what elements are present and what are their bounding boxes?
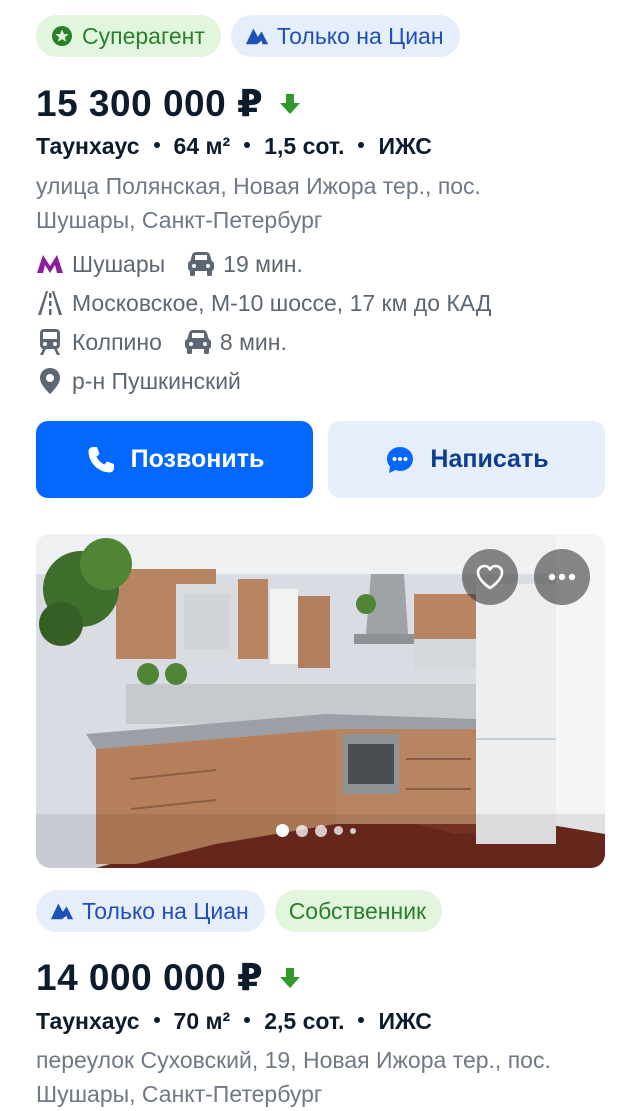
highway-row: Московское, М-10 шоссе, 17 км до КАД	[36, 289, 492, 317]
price-down-icon	[280, 93, 301, 114]
listing-address: улица Полянская, Новая Ижора тер., пос. …	[36, 169, 616, 237]
listing-price: 15 300 000 ₽	[36, 82, 301, 125]
spec-land: 2,5 сот.	[264, 1008, 345, 1034]
price-value: 14 000 000 ₽	[36, 957, 264, 998]
gallery-dot	[334, 826, 343, 835]
train-icon	[36, 328, 64, 356]
badges-row: Суперагент Только на Циан	[36, 15, 460, 57]
car-icon	[187, 250, 215, 278]
write-button[interactable]: Написать	[328, 421, 605, 498]
gallery-dot	[315, 824, 327, 837]
kitchen-photo	[36, 534, 605, 868]
district-row: р-н Пушкинский	[36, 367, 241, 395]
call-label: Позвонить	[130, 445, 265, 473]
cian-logo-icon	[245, 24, 269, 48]
badge-label: Суперагент	[82, 22, 205, 49]
only-cian-badge: Только на Циан	[36, 890, 265, 932]
metro-travel-time: 19 мин.	[223, 250, 303, 277]
gallery-dot	[350, 827, 356, 834]
listing-specs: Таунхаус 64 м² 1,5 сот. ИЖС	[36, 133, 432, 160]
badges-row: Только на Циан Собственник	[36, 890, 443, 932]
spec-area: 64 м²	[173, 133, 231, 159]
more-icon	[548, 573, 576, 581]
listing-specs: Таунхаус 70 м² 2,5 сот. ИЖС	[36, 1008, 432, 1035]
railway-travel-time: 8 мин.	[219, 328, 287, 355]
cian-logo-icon	[50, 899, 74, 923]
metro-station: Шушары	[72, 250, 166, 277]
spec-land: 1,5 сот.	[264, 133, 345, 159]
railway-station: Колпино	[72, 328, 162, 355]
car-icon	[184, 328, 212, 356]
address-line: Шушары, Санкт-Петербург	[36, 207, 323, 233]
price-value: 15 300 000 ₽	[36, 83, 264, 124]
favorite-button[interactable]	[462, 549, 518, 605]
more-options-button[interactable]	[534, 549, 590, 605]
location-pin-icon	[36, 367, 64, 395]
call-button[interactable]: Позвонить	[36, 421, 313, 498]
owner-badge: Собственник	[274, 890, 443, 932]
gallery-dot	[296, 824, 308, 837]
listing-price: 14 000 000 ₽	[36, 956, 301, 999]
address-line: Шушары, Санкт-Петербург	[36, 1081, 323, 1107]
highway-icon	[36, 289, 64, 317]
metro-row: Шушары 19 мин.	[36, 250, 303, 278]
price-down-icon	[280, 967, 301, 988]
spec-area: 70 м²	[173, 1008, 231, 1034]
badge-label: Собственник	[288, 897, 427, 924]
highway-info: Московское, М-10 шоссе, 17 км до КАД	[72, 289, 492, 316]
phone-icon	[85, 444, 117, 476]
superagent-badge: Суперагент	[36, 15, 221, 57]
listing-address: переулок Суховский, 19, Новая Ижора тер.…	[36, 1043, 616, 1111]
write-label: Написать	[430, 445, 549, 473]
spec-type: Таунхаус	[36, 133, 140, 159]
address-line: улица Полянская, Новая Ижора тер., пос.	[36, 173, 481, 199]
badge-label: Только на Циан	[82, 897, 249, 924]
spec-category: ИЖС	[378, 133, 432, 159]
badge-label: Только на Циан	[276, 22, 444, 49]
address-line: переулок Суховский, 19, Новая Ижора тер.…	[36, 1047, 551, 1073]
heart-icon	[476, 564, 504, 590]
gallery-pagination	[276, 824, 356, 837]
gallery-dot-active	[276, 824, 289, 837]
spec-category: ИЖС	[378, 1008, 432, 1034]
spec-type: Таунхаус	[36, 1008, 140, 1034]
listing-photo[interactable]	[36, 534, 605, 868]
district-name: р-н Пушкинский	[72, 367, 241, 394]
star-badge-icon	[50, 24, 74, 48]
only-cian-badge: Только на Циан	[230, 15, 460, 57]
metro-icon	[36, 250, 64, 278]
railway-row: Колпино 8 мин.	[36, 328, 287, 356]
chat-icon	[384, 444, 416, 476]
